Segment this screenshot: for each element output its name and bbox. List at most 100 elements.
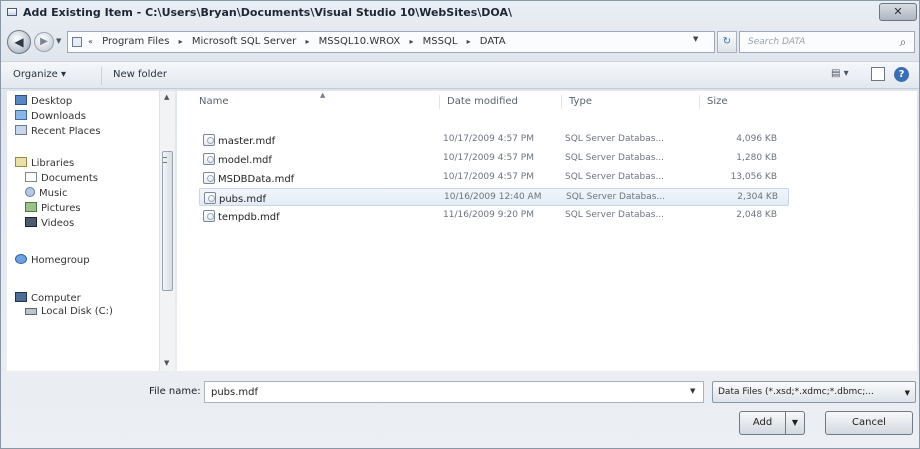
column-divider[interactable] [699,95,700,109]
file-row[interactable]: master.mdf 10/17/2009 4:57 PM SQL Server… [199,131,789,149]
address-bar[interactable]: « Program Files ▸ Microsoft SQL Server ▸… [67,31,715,53]
new-folder-button[interactable]: New folder [113,69,167,80]
recent-pages-dropdown[interactable]: ▼ [56,37,61,45]
disk-icon [25,308,37,315]
chevron-right-icon[interactable]: ▸ [179,37,183,46]
breadcrumb-item[interactable]: MSSQL [423,36,458,47]
column-header-type[interactable]: Type [569,91,592,113]
folder-icon [72,37,82,47]
navigation-scrollbar[interactable]: ▲ ▼ [159,91,175,371]
file-date-cell: 10/17/2009 4:57 PM [443,153,534,163]
recent-places-icon [15,125,27,135]
documents-icon [25,172,37,182]
back-button[interactable]: ◀ [7,30,31,54]
navigation-pane: Desktop Downloads Recent Places Librarie… [7,91,175,371]
forward-button[interactable]: ▶ [34,32,54,52]
file-type-filter-value: Data Files (*.xsd;*.xdmc;*.dbmc;... [718,387,874,397]
database-file-icon [203,134,215,146]
file-row-selected[interactable]: pubs.mdf 10/16/2009 12:40 AM SQL Server … [199,188,789,206]
column-header-size[interactable]: Size [707,91,728,113]
forward-arrow-icon: ▶ [40,36,48,47]
change-view-button[interactable]: ▤ ▾ [831,68,849,79]
file-type-filter[interactable]: Data Files (*.xsd;*.xdmc;*.dbmc;... ▼ [712,381,916,403]
file-row[interactable]: tempdb.mdf 11/16/2009 9:20 PM SQL Server… [199,207,789,225]
breadcrumb-item[interactable]: DATA [480,36,506,47]
nav-item-downloads[interactable]: Downloads [15,110,86,124]
database-file-icon [204,192,216,204]
address-dropdown-icon[interactable]: ▼ [693,35,698,43]
add-existing-item-dialog: Add Existing Item - C:\Users\Bryan\Docum… [0,0,920,449]
add-options-button[interactable]: ▼ [786,411,805,435]
file-name-input[interactable] [204,381,704,403]
chevron-left-icon[interactable]: « [88,37,93,46]
file-row[interactable]: model.mdf 10/17/2009 4:57 PM SQL Server … [199,150,789,168]
file-name-cell: MSDBData.mdf [203,172,294,185]
file-size-cell: 1,280 KB [736,153,777,163]
close-button[interactable]: ✕ [879,3,917,21]
column-header-name[interactable]: Name [199,91,229,113]
chevron-down-icon: ▼ [791,418,799,427]
add-button[interactable]: Add [739,411,786,435]
file-size-cell: 2,304 KB [737,192,778,202]
pictures-icon [25,202,37,212]
nav-item-music[interactable]: Music [25,187,67,201]
file-type-cell: SQL Server Databas... [565,210,665,220]
nav-item-libraries[interactable]: Libraries [15,157,74,171]
file-name-cell: tempdb.mdf [203,210,280,223]
chevron-right-icon[interactable]: ▸ [409,37,413,46]
breadcrumb-item[interactable]: Microsoft SQL Server [192,36,296,47]
desktop-icon [15,95,27,105]
view-icon: ▤ [831,68,841,79]
chevron-right-icon[interactable]: ▸ [305,37,309,46]
file-date-cell: 10/17/2009 4:57 PM [443,172,534,182]
nav-item-computer[interactable]: Computer [15,292,81,306]
column-divider[interactable] [439,95,440,109]
nav-item-homegroup[interactable]: Homegroup [15,254,90,268]
file-date-cell: 10/17/2009 4:57 PM [443,134,534,144]
chevron-down-icon[interactable]: ▼ [690,387,695,395]
scroll-thumb[interactable] [162,151,173,291]
chevron-down-icon: ▼ [904,389,910,397]
command-bar: Organize ▾ New folder ▤ ▾ ? [1,61,919,89]
library-icon [15,157,27,167]
database-file-icon [203,153,215,165]
nav-item-recent-places[interactable]: Recent Places [15,125,101,139]
breadcrumb-item[interactable]: Program Files [102,36,169,47]
nav-item-desktop[interactable]: Desktop [15,95,72,109]
chevron-right-icon[interactable]: ▸ [467,37,471,46]
database-file-icon [203,172,215,184]
file-row[interactable]: MSDBData.mdf 10/17/2009 4:57 PM SQL Serv… [199,169,789,187]
nav-item-videos[interactable]: Videos [25,217,74,231]
downloads-icon [15,110,27,120]
breadcrumb: « Program Files ▸ Microsoft SQL Server ▸… [88,36,512,47]
search-box[interactable]: Search DATA ⌕ [739,31,915,53]
search-input[interactable]: Search DATA [748,37,805,47]
nav-item-pictures[interactable]: Pictures [25,202,81,216]
window-icon [7,8,17,16]
nav-item-documents[interactable]: Documents [25,172,98,186]
database-file-icon [203,210,215,222]
file-type-cell: SQL Server Databas... [565,172,665,182]
nav-item-local-disk[interactable]: Local Disk (C:) [25,306,113,320]
organize-button[interactable]: Organize ▾ [13,69,66,80]
file-size-cell: 13,056 KB [730,172,777,182]
file-name-cell: pubs.mdf [204,192,266,205]
file-type-cell: SQL Server Databas... [565,153,665,163]
scroll-up-icon[interactable]: ▲ [164,93,169,101]
scroll-down-icon[interactable]: ▼ [164,359,169,367]
cancel-button[interactable]: Cancel [825,411,913,435]
preview-pane-button[interactable] [871,67,885,81]
column-divider[interactable] [561,95,562,109]
help-icon: ? [898,69,905,80]
navigation-bar: ◀ ▶ ▼ « Program Files ▸ Microsoft SQL Se… [1,28,919,58]
title-bar: Add Existing Item - C:\Users\Bryan\Docum… [1,1,919,25]
search-icon[interactable]: ⌕ [896,35,910,49]
breadcrumb-item[interactable]: MSSQL10.WROX [319,36,401,47]
videos-icon [25,217,37,227]
file-size-cell: 4,096 KB [736,134,777,144]
refresh-button[interactable]: ↻ [717,31,737,53]
help-button[interactable]: ? [894,67,909,82]
refresh-icon: ↻ [722,36,732,47]
file-date-cell: 10/16/2009 12:40 AM [444,192,542,202]
column-header-date[interactable]: Date modified [447,91,518,113]
